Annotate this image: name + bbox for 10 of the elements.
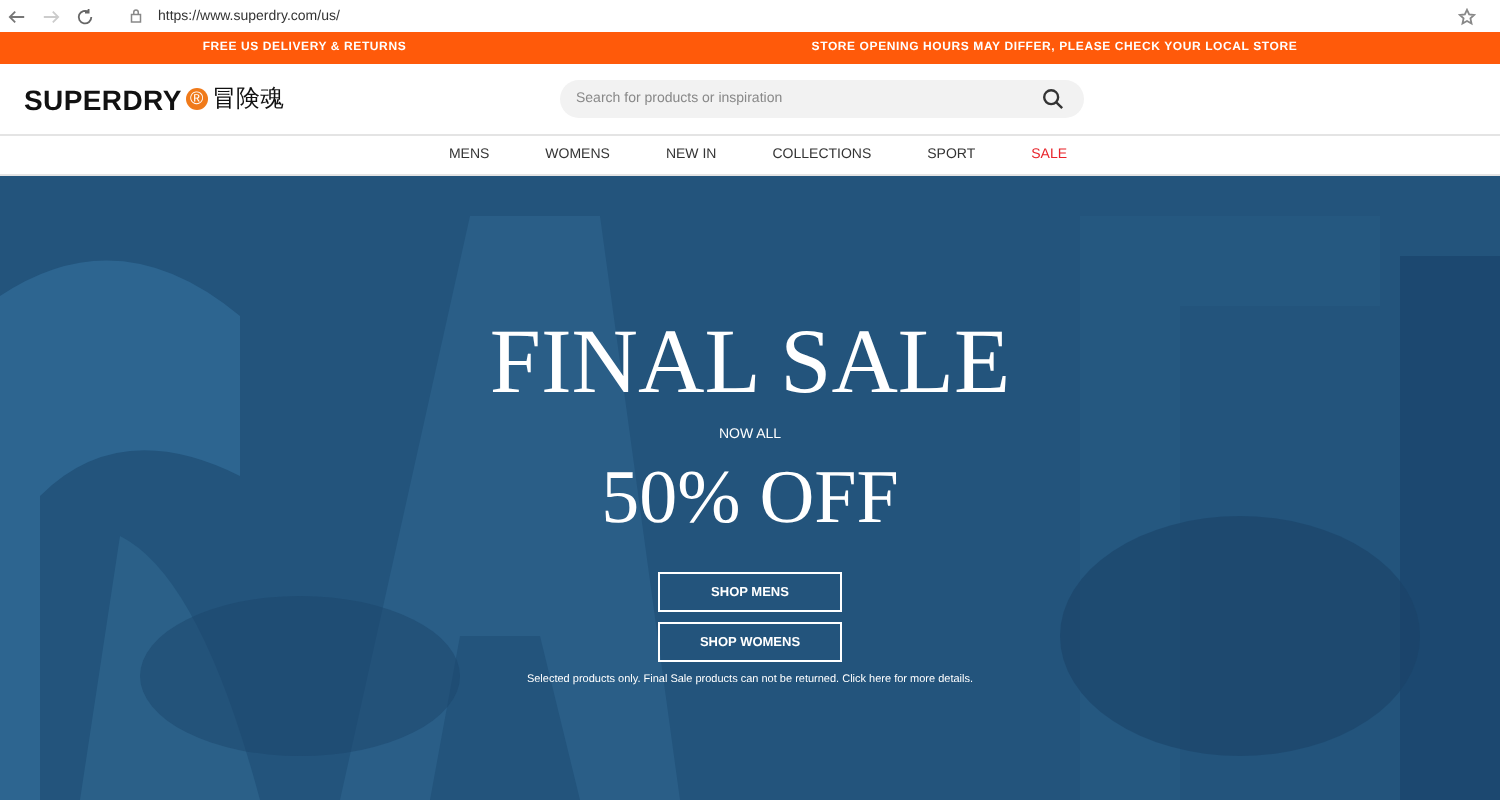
star-icon[interactable] [1458,7,1476,25]
hero-offer: 50% OFF [601,460,899,536]
logo-tagline: 冒険魂 [211,82,284,116]
logo-wordmark[interactable]: SUPERDRY [24,83,182,115]
back-icon[interactable] [8,7,26,25]
search-icon[interactable] [1042,88,1064,110]
registered-mark: ® [185,88,208,110]
reload-icon[interactable] [76,7,94,25]
lock-icon [130,8,142,24]
hero-title: FINAL SALE [489,316,1011,408]
